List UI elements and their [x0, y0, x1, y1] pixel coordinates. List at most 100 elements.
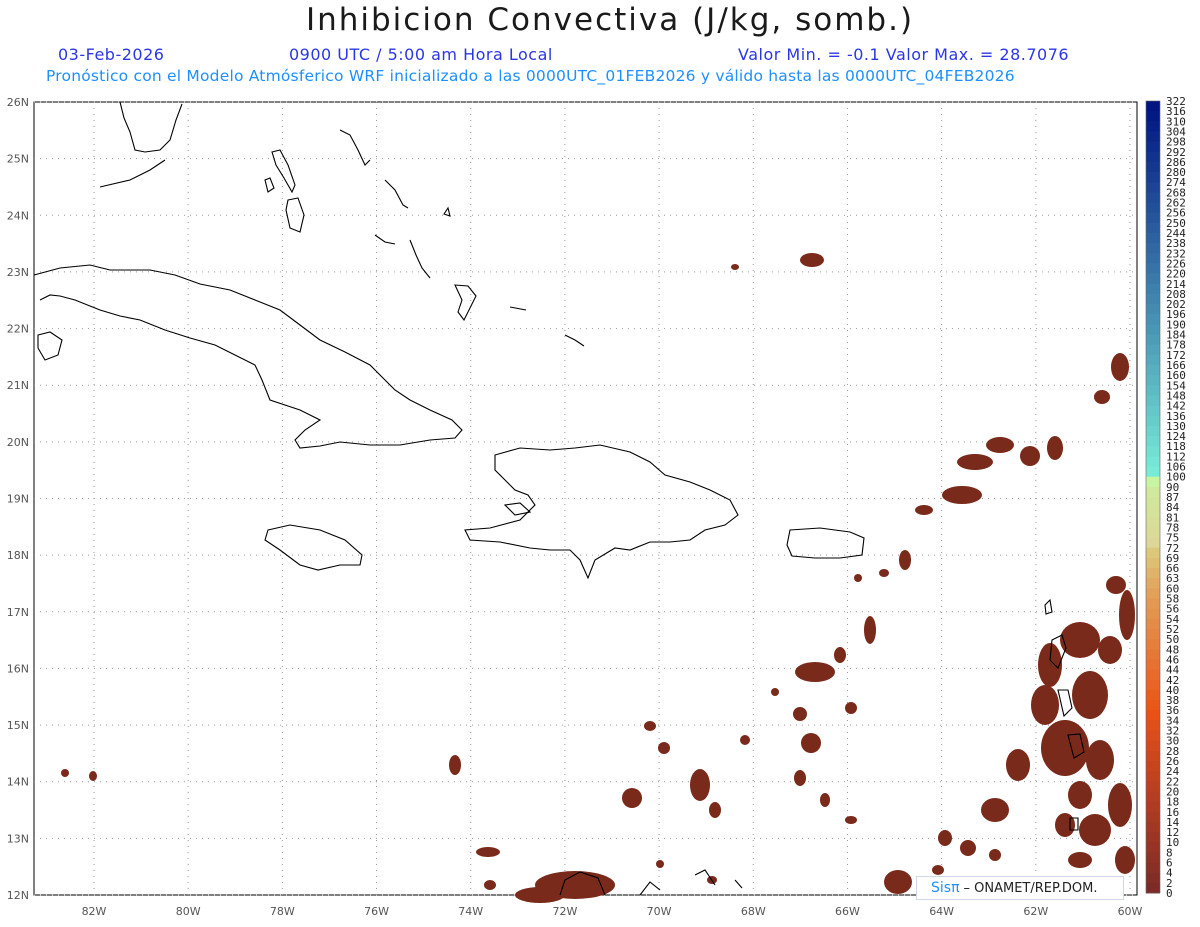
cin-blob — [801, 733, 821, 753]
colorbar-swatch — [1146, 517, 1160, 528]
lon-label: 76W — [364, 905, 389, 918]
cin-blob — [484, 880, 496, 890]
colorbar-swatch — [1146, 182, 1160, 193]
coast-bahamas-cat — [384, 179, 409, 209]
cin-blob — [1072, 671, 1108, 719]
colorbar-swatch — [1146, 659, 1160, 671]
cin-blob — [644, 721, 656, 731]
colorbar-swatch — [1146, 344, 1160, 356]
colorbar-swatch — [1146, 862, 1160, 874]
lon-label: 66W — [835, 905, 860, 918]
cin-blob — [515, 887, 565, 903]
colorbar-swatch — [1146, 618, 1160, 630]
latitude-labels: 26N 25N 24N 23N 22N 21N 20N 19N 18N 17N 16N 15N 14N 1… — [7, 96, 29, 902]
colorbar-swatch — [1146, 101, 1160, 112]
colorbar-swatch — [1146, 111, 1160, 122]
cin-blob — [1020, 446, 1040, 466]
lat-label: 19N — [7, 493, 29, 506]
coast-bahamas-andros — [271, 149, 296, 194]
colorbar-swatch — [1146, 629, 1160, 640]
colorbar-swatch — [1146, 304, 1160, 315]
cin-blob — [989, 849, 1001, 861]
coast-bahamas-long — [374, 234, 396, 245]
cin-blob — [957, 454, 993, 470]
logo-text: – ONAMET/REP.DOM. — [963, 880, 1098, 896]
cin-blob — [1031, 685, 1059, 725]
colorbar-swatch — [1146, 375, 1160, 386]
cin-blob — [1006, 749, 1030, 781]
colorbar-swatch — [1146, 466, 1160, 478]
colorbar-swatch — [1146, 750, 1160, 762]
cin-blob — [981, 798, 1009, 822]
lat-label: 22N — [7, 323, 29, 336]
cin-blob — [1119, 590, 1135, 640]
coast-bahamas-andros-south — [285, 197, 305, 233]
colorbar-swatch — [1146, 872, 1160, 884]
cin-blob — [476, 847, 500, 857]
colorbar-swatch — [1146, 771, 1160, 782]
colorbar-swatch — [1146, 497, 1160, 508]
coast-bahamas-inagua — [454, 284, 477, 322]
coast-puerto-rico — [786, 527, 865, 559]
cin-field — [61, 253, 1135, 903]
cin-blob — [740, 735, 750, 745]
colorbar-swatch — [1146, 588, 1160, 600]
cin-blob — [1086, 740, 1114, 780]
colorbar-swatch — [1146, 456, 1160, 468]
coast-florida — [119, 101, 183, 153]
lat-label: 21N — [7, 379, 29, 392]
coast-bonaire — [734, 879, 743, 889]
lon-label: 60W — [1118, 905, 1143, 918]
lat-label: 17N — [7, 606, 29, 619]
lat-label: 26N — [7, 96, 29, 109]
colorbar-swatch — [1146, 578, 1160, 589]
colorbar-swatch — [1146, 730, 1160, 742]
coastlines — [33, 101, 1085, 896]
cin-blob — [1094, 390, 1110, 404]
cin-blob — [1047, 436, 1063, 460]
cin-blob — [845, 816, 857, 824]
colorbar-swatch — [1146, 486, 1160, 498]
cin-blob — [771, 688, 779, 696]
colorbar-swatch — [1146, 537, 1160, 549]
colorbar-swatch — [1146, 740, 1160, 752]
colorbar-swatch — [1146, 141, 1160, 153]
cin-blob — [449, 755, 461, 775]
coast-caicos — [564, 334, 585, 347]
cin-blob — [854, 574, 862, 582]
cin-blob — [800, 253, 824, 267]
cin-blob — [1079, 814, 1111, 846]
colorbar-swatch — [1146, 151, 1160, 163]
lat-label: 24N — [7, 209, 29, 222]
coast-isla-juventud — [37, 331, 63, 361]
cin-blob — [899, 550, 911, 570]
colorbar-swatch — [1146, 507, 1160, 518]
colorbar-swatch — [1146, 293, 1160, 305]
colorbar-swatch — [1146, 811, 1160, 823]
cin-blob — [1098, 636, 1122, 664]
lon-label: 68W — [741, 905, 766, 918]
lat-label: 25N — [7, 153, 29, 166]
logo-brand: Sisπ — [931, 880, 960, 896]
cin-blob — [61, 769, 69, 777]
colorbar-swatch — [1146, 161, 1160, 173]
colorbar-swatch — [1146, 842, 1160, 853]
colorbar-swatch — [1146, 557, 1160, 569]
colorbar-swatch — [1146, 172, 1160, 183]
lon-label: 78W — [270, 905, 295, 918]
coast-keys — [99, 159, 166, 188]
map-page: Inhibicion Convectiva (J/kg, somb.) 03-F… — [0, 0, 1200, 927]
colorbar-swatch — [1146, 263, 1160, 275]
colorbar-swatch — [1146, 639, 1160, 650]
colorbar-swatch — [1146, 781, 1160, 792]
cin-blob — [709, 802, 721, 818]
colorbar-swatch — [1146, 273, 1160, 285]
colorbar-swatch — [1146, 233, 1160, 244]
cin-blob — [834, 647, 846, 663]
colorbar-swatch — [1146, 669, 1160, 681]
colorbar-swatch — [1146, 710, 1160, 721]
colorbar-swatch — [1146, 720, 1160, 732]
cin-blob — [845, 702, 857, 714]
colorbar-swatch — [1146, 568, 1160, 579]
colorbar-swatch — [1146, 527, 1160, 539]
